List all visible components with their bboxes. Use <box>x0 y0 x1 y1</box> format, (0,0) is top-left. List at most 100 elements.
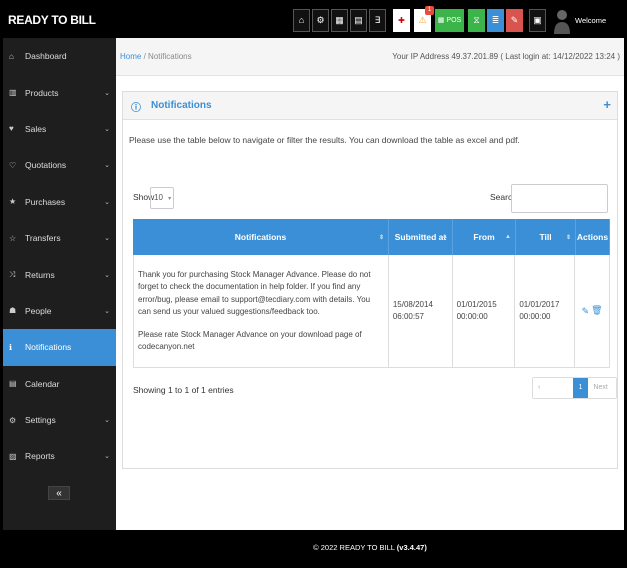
calendar-button[interactable]: ▤ <box>350 9 367 32</box>
gears-icon: ⚙ <box>316 15 325 25</box>
table-header: Notifications ⇕ Submitted at ▲ From ▲ Till ⇕ Act… <box>133 219 610 255</box>
sidebar-item-label: Notifications <box>25 342 72 353</box>
calculator-icon: ▦ <box>335 15 344 25</box>
hourglass-icon: ⧖ <box>473 15 480 25</box>
sidebar-item-notifications[interactable]: ℹ Notifications <box>3 329 116 366</box>
notifications-table: Notifications ⇕ Submitted at ▲ From ▲ Till ⇕ Act… <box>133 219 610 368</box>
hourglass-button[interactable]: ⧖ <box>468 9 485 32</box>
sidebar-item-label: Reports <box>25 451 55 462</box>
bar-chart-icon: ▨ <box>9 451 17 461</box>
users-icon: ☗ <box>9 306 17 316</box>
column-header-label: Notifications <box>234 232 287 242</box>
brand-logo[interactable]: READY TO BILL <box>8 3 96 38</box>
sidebar-item-label: Products <box>25 87 59 98</box>
chevron-down-icon: ⌄ <box>104 89 110 97</box>
pos-button[interactable]: ▦ POS <box>435 9 464 32</box>
sidebar: ⌂ Dashboard ▥ Products ⌄ ♥ Sales ⌄ ♡ Quotations ⌄ ★… <box>3 38 116 530</box>
sidebar-item-reports[interactable]: ▨ Reports ⌄ <box>3 438 116 474</box>
till-cell: 01/01/2017 00:00:00 <box>515 255 576 367</box>
page-1-button[interactable]: 1 <box>572 378 589 398</box>
sidebar-item-purchases[interactable]: ★ Purchases ⌄ <box>3 184 116 220</box>
breadcrumb: Home / Notifications <box>120 52 192 61</box>
add-notification-icon[interactable]: + <box>603 97 611 112</box>
home-icon: ⌂ <box>298 15 305 25</box>
table-row: Thank you for purchasing Stock Manager A… <box>133 255 610 368</box>
language-button[interactable]: ∃ <box>369 9 386 32</box>
list-button[interactable]: ≣ <box>487 9 504 32</box>
sidebar-item-label: Quotations <box>25 160 67 171</box>
sort-icon: ▲ <box>505 234 511 240</box>
column-header-actions: Actions <box>576 219 610 255</box>
chevron-down-icon: ⌄ <box>104 271 110 279</box>
sidebar-item-quotations[interactable]: ♡ Quotations ⌄ <box>3 147 116 183</box>
welcome-user[interactable]: Welcome owner <box>575 3 624 60</box>
sidebar-item-people[interactable]: ☗ People ⌄ <box>3 293 116 329</box>
sidebar-item-sales[interactable]: ♥ Sales ⌄ <box>3 111 116 147</box>
wand-button[interactable]: ✎ <box>506 9 523 32</box>
pos-icon: ▦ <box>437 17 445 24</box>
star-icon: ★ <box>9 197 17 207</box>
heart-outline-icon: ♡ <box>9 160 17 170</box>
chevron-down-icon: ⌄ <box>104 125 110 133</box>
sidebar-item-label: Dashboard <box>25 51 67 62</box>
sort-icon: ▲ <box>442 234 448 240</box>
previous-page-button[interactable]: ‹ Previous <box>533 378 573 398</box>
column-header-notifications[interactable]: Notifications ⇕ <box>133 219 389 255</box>
breadcrumb-home-link[interactable]: Home <box>120 52 141 61</box>
chevron-down-icon: ▾ <box>168 196 172 202</box>
sort-icon: ⇕ <box>378 234 384 241</box>
random-icon: ⤨ <box>9 269 16 279</box>
sidebar-item-transfers[interactable]: ☆ Transfers ⌄ <box>3 220 116 256</box>
cog-icon: ⚙ <box>9 415 17 425</box>
calculator-button[interactable]: ▦ <box>331 9 348 32</box>
sidebar-item-settings[interactable]: ⚙ Settings ⌄ <box>3 402 116 438</box>
collapse-sidebar-button[interactable]: « <box>48 486 70 500</box>
breadcrumb-current: Notifications <box>148 52 192 61</box>
footer: © 2022 READY TO BILL (v3.4.47) <box>116 530 624 565</box>
info-icon: ℹ <box>9 342 13 352</box>
home-button[interactable]: ⌂ <box>293 9 310 32</box>
sidebar-item-returns[interactable]: ⤨ Returns ⌄ <box>3 256 116 292</box>
user-avatar-icon[interactable] <box>553 6 571 35</box>
uk-flag-button[interactable]: ✚ <box>393 9 410 32</box>
sidebar-item-products[interactable]: ▥ Products ⌄ <box>3 74 116 110</box>
pos-label: POS <box>446 17 462 24</box>
gears-button[interactable]: ⚙ <box>312 9 329 32</box>
main-content: Home / Notifications Your IP Address 49.… <box>116 38 624 530</box>
sidebar-item-label: Transfers <box>25 233 61 244</box>
edit-icon[interactable]: ✎ <box>582 306 590 317</box>
column-header-label: From <box>473 232 495 242</box>
alert-icon: ⚠ <box>418 15 427 25</box>
column-header-from[interactable]: From ▲ <box>453 219 516 255</box>
wand-icon: ✎ <box>510 15 519 25</box>
sidebar-item-label: Sales <box>25 123 47 134</box>
notification-message-text: Thank you for purchasing Stock Manager A… <box>138 269 371 317</box>
top-bar: READY TO BILL ⌂⚙▦▤∃✚⚠1▦POS⧖≣✎▣ Welcome o… <box>3 3 624 60</box>
alert-count-badge: 1 <box>425 6 434 15</box>
heart-icon: ♥ <box>9 124 14 134</box>
from-cell: 01/01/2015 00:00:00 <box>453 255 516 367</box>
sidebar-item-calendar[interactable]: ▤ Calendar <box>3 366 116 402</box>
box-title: Notifications <box>151 100 212 111</box>
sidebar-item-dashboard[interactable]: ⌂ Dashboard <box>3 38 116 74</box>
star-outline-icon: ☆ <box>9 233 17 243</box>
box-header: ⓘ Notifications + <box>123 92 617 120</box>
chevron-down-icon: ⌄ <box>104 453 110 461</box>
column-header-submitted-at[interactable]: Submitted at ▲ <box>389 219 453 255</box>
intro-text: Please use the table below to navigate o… <box>129 135 520 145</box>
breadcrumb-separator: / <box>143 52 146 61</box>
dashboard-button[interactable]: ▣ <box>529 9 546 32</box>
delete-icon[interactable]: 🗑 <box>591 306 602 316</box>
column-header-till[interactable]: Till ⇕ <box>516 219 576 255</box>
alert-button[interactable]: ⚠ 1 <box>414 6 434 32</box>
sidebar-item-label: Settings <box>25 415 56 426</box>
sort-icon: ⇕ <box>565 234 571 241</box>
language-icon: ∃ <box>374 15 381 25</box>
uk-flag-icon: ✚ <box>398 16 405 25</box>
dashboard-icon: ▣ <box>533 15 542 25</box>
dashboard-icon: ⌂ <box>9 51 14 61</box>
search-input[interactable] <box>511 184 608 213</box>
page-size-select[interactable]: 10 ▾ <box>150 187 174 209</box>
next-page-button[interactable]: Next › <box>588 378 616 398</box>
footer-copyright: © 2022 READY TO BILL <box>313 543 395 552</box>
